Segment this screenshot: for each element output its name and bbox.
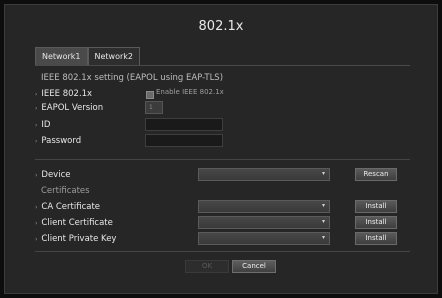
bullet-icon: › — [35, 105, 38, 112]
id-label: ID — [41, 120, 51, 130]
client-cert-label-row: › Client Certificate — [35, 218, 113, 228]
password-field[interactable] — [145, 134, 223, 147]
device-select[interactable]: ▾ — [198, 168, 330, 181]
bullet-icon: › — [35, 220, 38, 227]
ieee-label: IEEE 802.1x — [41, 89, 93, 99]
certificates-heading: Certificates — [41, 186, 90, 196]
private-key-select[interactable]: ▾ — [198, 232, 330, 245]
bullet-icon: › — [35, 236, 38, 243]
password-label: Password — [41, 136, 82, 146]
chevron-down-icon: ▾ — [321, 234, 325, 241]
ca-cert-select[interactable]: ▾ — [198, 200, 330, 213]
bullet-icon: › — [35, 122, 38, 129]
ca-cert-install-button[interactable]: Install — [355, 200, 397, 213]
client-cert-label: Client Certificate — [41, 218, 113, 228]
section-heading: IEEE 802.1x setting (EAPOL using EAP-TLS… — [41, 73, 224, 83]
client-cert-install-button[interactable]: Install — [355, 216, 397, 229]
cancel-button[interactable]: Cancel — [232, 260, 276, 273]
device-label: Device — [41, 170, 71, 180]
eapol-version-select[interactable]: 1 — [145, 101, 163, 114]
ok-button[interactable]: OK — [185, 260, 229, 273]
chevron-down-icon: ▾ — [321, 202, 325, 209]
private-key-label: Client Private Key — [41, 234, 117, 244]
bullet-icon: › — [35, 204, 38, 211]
tab-network1[interactable]: Network1 — [35, 47, 88, 65]
tab-network2[interactable]: Network2 — [87, 47, 140, 65]
eapol-label: EAPOL Version — [41, 103, 104, 113]
ieee-label-row: › IEEE 802.1x — [35, 89, 92, 99]
enable-ieee-checkbox[interactable] — [146, 91, 154, 99]
divider — [35, 159, 410, 160]
client-cert-select[interactable]: ▾ — [198, 216, 330, 229]
ca-cert-label-row: › CA Certificate — [35, 202, 100, 212]
dialog-title: 802.1x — [198, 19, 244, 34]
rescan-button[interactable]: Rescan — [355, 168, 397, 181]
password-label-row: › Password — [35, 136, 81, 146]
private-key-label-row: › Client Private Key — [35, 234, 116, 244]
tab-divider — [35, 65, 410, 66]
bullet-icon: › — [35, 172, 38, 179]
tab-bar: Network1 Network2 — [35, 47, 140, 65]
bullet-icon: › — [35, 91, 38, 98]
id-label-row: › ID — [35, 120, 50, 130]
private-key-install-button[interactable]: Install — [355, 232, 397, 245]
bullet-icon: › — [35, 138, 38, 145]
device-label-row: › Device — [35, 170, 70, 180]
ca-cert-label: CA Certificate — [41, 202, 101, 212]
enable-ieee-label[interactable]: Enable IEEE 802.1x — [156, 88, 224, 96]
dialog-802-1x: 802.1x Network1 Network2 IEEE 802.1x set… — [4, 4, 438, 294]
footer-divider — [35, 251, 410, 252]
eapol-label-row: › EAPOL Version — [35, 103, 103, 113]
chevron-down-icon: ▾ — [321, 170, 325, 177]
id-field[interactable] — [145, 118, 223, 131]
chevron-down-icon: ▾ — [321, 218, 325, 225]
